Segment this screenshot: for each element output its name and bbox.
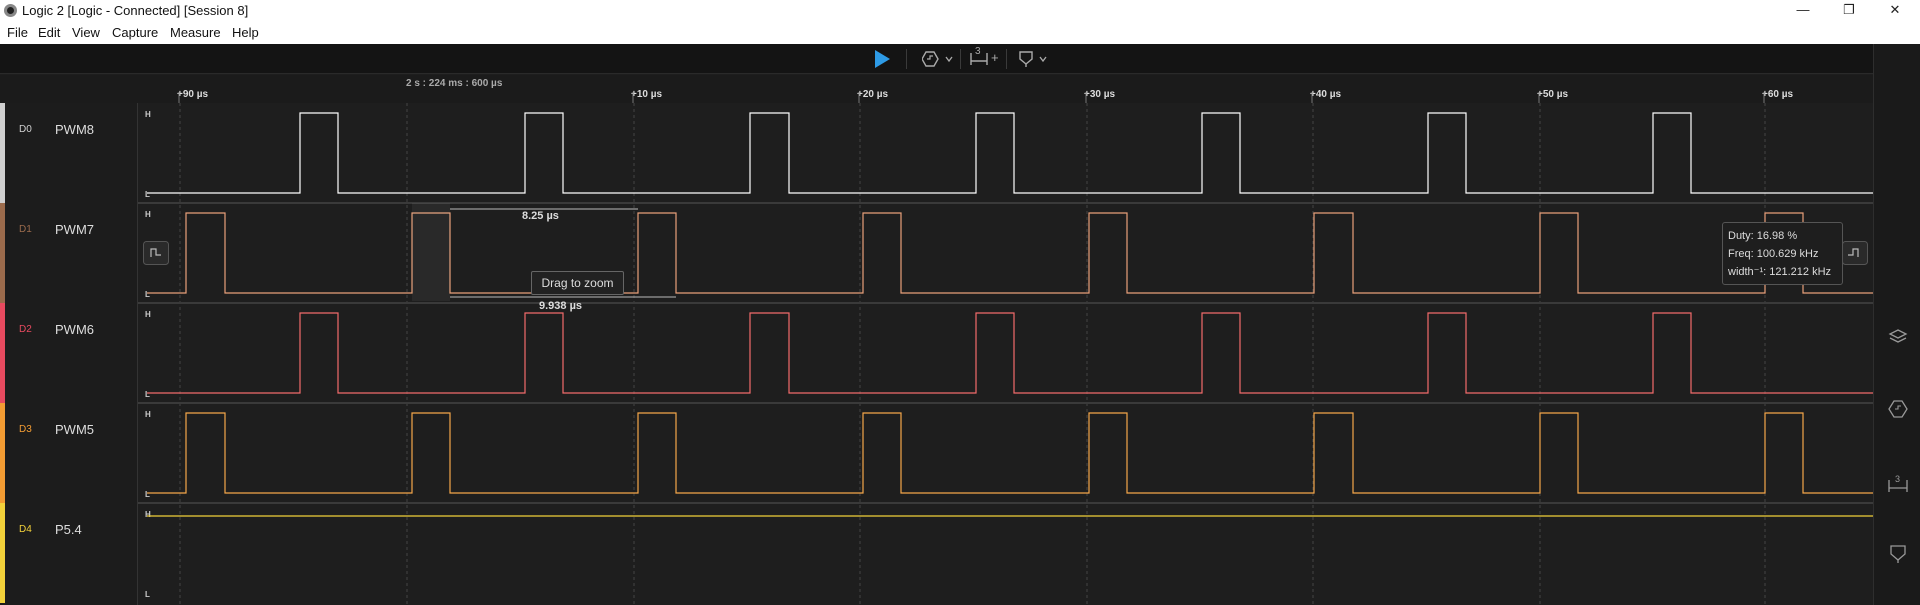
ruler-tick-label: +50 µs xyxy=(1537,89,1569,100)
channel-name[interactable]: PWM5 xyxy=(55,422,94,437)
menu-edit[interactable]: Edit xyxy=(38,25,60,40)
svg-text:3: 3 xyxy=(1895,474,1900,484)
channel-color-bar xyxy=(0,103,5,203)
low-level-label: L xyxy=(145,190,150,199)
ruler-tick-label: +30 µs xyxy=(1084,89,1116,100)
extensions-icon[interactable] xyxy=(1888,400,1908,418)
channel-id: D2 xyxy=(19,324,32,335)
channel-color-bar xyxy=(0,403,5,503)
channel-name[interactable]: PWM8 xyxy=(55,122,94,137)
close-button[interactable]: ✕ xyxy=(1872,0,1918,22)
high-level-label: H xyxy=(145,110,151,119)
add-measure-button[interactable]: + xyxy=(991,50,999,65)
markers-icon[interactable] xyxy=(1888,544,1908,564)
toolbar-divider xyxy=(906,49,907,69)
duty-readout: Duty: 16.98 % xyxy=(1728,230,1798,242)
pulse-width-label: 8.25 µs xyxy=(522,210,559,222)
frequency-readout: Freq: 100.629 kHz xyxy=(1728,248,1819,260)
ruler-tick-label: +40 µs xyxy=(1310,89,1342,100)
toolbar-divider xyxy=(1006,49,1007,69)
title-bar: Logic 2 [Logic - Connected] [Session 8] … xyxy=(0,0,1920,22)
waveform-d1 xyxy=(147,212,1873,294)
channel-color-bar xyxy=(0,303,5,403)
high-level-label: H xyxy=(145,410,151,419)
channel-color-bar xyxy=(0,503,5,603)
channel-id: D4 xyxy=(19,524,32,535)
channel-row[interactable]: D0 PWM8 xyxy=(0,103,138,203)
window-title: Logic 2 [Logic - Connected] [Session 8] xyxy=(22,3,249,18)
drag-to-zoom-tooltip: Drag to zoom xyxy=(531,271,624,295)
trigger-icon[interactable] xyxy=(922,51,956,67)
menu-bar: File Edit View Capture Measure Help xyxy=(0,22,1920,44)
toolbar-divider xyxy=(960,49,961,69)
next-edge-button[interactable] xyxy=(1842,241,1868,265)
channel-name[interactable]: PWM7 xyxy=(55,222,94,237)
menu-capture[interactable]: Capture xyxy=(112,25,158,40)
low-level-label: L xyxy=(145,290,150,299)
hover-highlight xyxy=(412,203,450,301)
waveform-d3 xyxy=(147,412,1873,494)
waveform-d2 xyxy=(147,312,1873,394)
menu-help[interactable]: Help xyxy=(232,25,259,40)
channel-name[interactable]: P5.4 xyxy=(55,522,82,537)
channel-list: D0 PWM8 D1 PWM7 D2 PWM6 D3 PWM5 D4 P5.4 xyxy=(0,103,138,605)
ruler-tick-label: +60 µs xyxy=(1762,89,1794,100)
restore-button[interactable]: ❐ xyxy=(1826,0,1872,22)
ruler-tick-label: +10 µs xyxy=(631,89,663,100)
high-level-label: H xyxy=(145,510,151,519)
right-sidebar: 3 xyxy=(1873,44,1920,605)
waveform-area[interactable]: H L H L H L H L H L xyxy=(138,103,1873,605)
high-level-label: H xyxy=(145,210,151,219)
low-level-label: L xyxy=(145,390,150,399)
menu-measure[interactable]: Measure xyxy=(170,25,221,40)
minimize-button[interactable]: — xyxy=(1780,0,1826,22)
waveform-d0 xyxy=(147,112,1873,194)
low-level-label: L xyxy=(145,590,150,599)
width-inverse-readout: width⁻¹: 121.212 kHz xyxy=(1728,266,1832,278)
menu-view[interactable]: View xyxy=(72,25,100,40)
channel-name[interactable]: PWM6 xyxy=(55,322,94,337)
channel-color-bar xyxy=(0,203,5,303)
analyzers-icon[interactable] xyxy=(1888,328,1908,346)
reference-time-label: 2 s : 224 ms : 600 µs xyxy=(406,78,503,89)
time-ruler[interactable]: 2 s : 224 ms : 600 µs +90 µs +10 µs +20 µs +… xyxy=(0,75,1873,103)
channel-row[interactable]: D2 PWM6 xyxy=(0,303,138,403)
measurement-tooltip: Duty: 16.98 % Freq: 100.629 kHz width⁻¹:… xyxy=(1722,222,1843,285)
high-level-label: H xyxy=(145,310,151,319)
ruler-tick-label: +20 µs xyxy=(857,89,889,100)
channel-row[interactable]: D3 PWM5 xyxy=(0,403,138,503)
low-level-label: L xyxy=(145,490,150,499)
measure-count: 3 xyxy=(975,46,981,57)
previous-edge-button[interactable] xyxy=(143,241,169,265)
channel-id: D1 xyxy=(19,224,32,235)
channel-id: D3 xyxy=(19,424,32,435)
ruler-tick-label: +90 µs xyxy=(177,89,209,100)
play-icon[interactable] xyxy=(875,50,890,68)
capture-toolbar: 3 + xyxy=(0,44,1873,74)
menu-file[interactable]: File xyxy=(7,25,28,40)
channel-row[interactable]: D1 PWM7 xyxy=(0,203,138,303)
channel-id: D0 xyxy=(19,124,32,135)
marker-icon[interactable] xyxy=(1018,50,1052,68)
channel-row[interactable]: D4 P5.4 xyxy=(0,503,138,603)
logic-app-icon xyxy=(4,4,17,17)
period-label: 9.938 µs xyxy=(539,300,583,312)
measurements-icon[interactable]: 3 xyxy=(1888,474,1908,494)
